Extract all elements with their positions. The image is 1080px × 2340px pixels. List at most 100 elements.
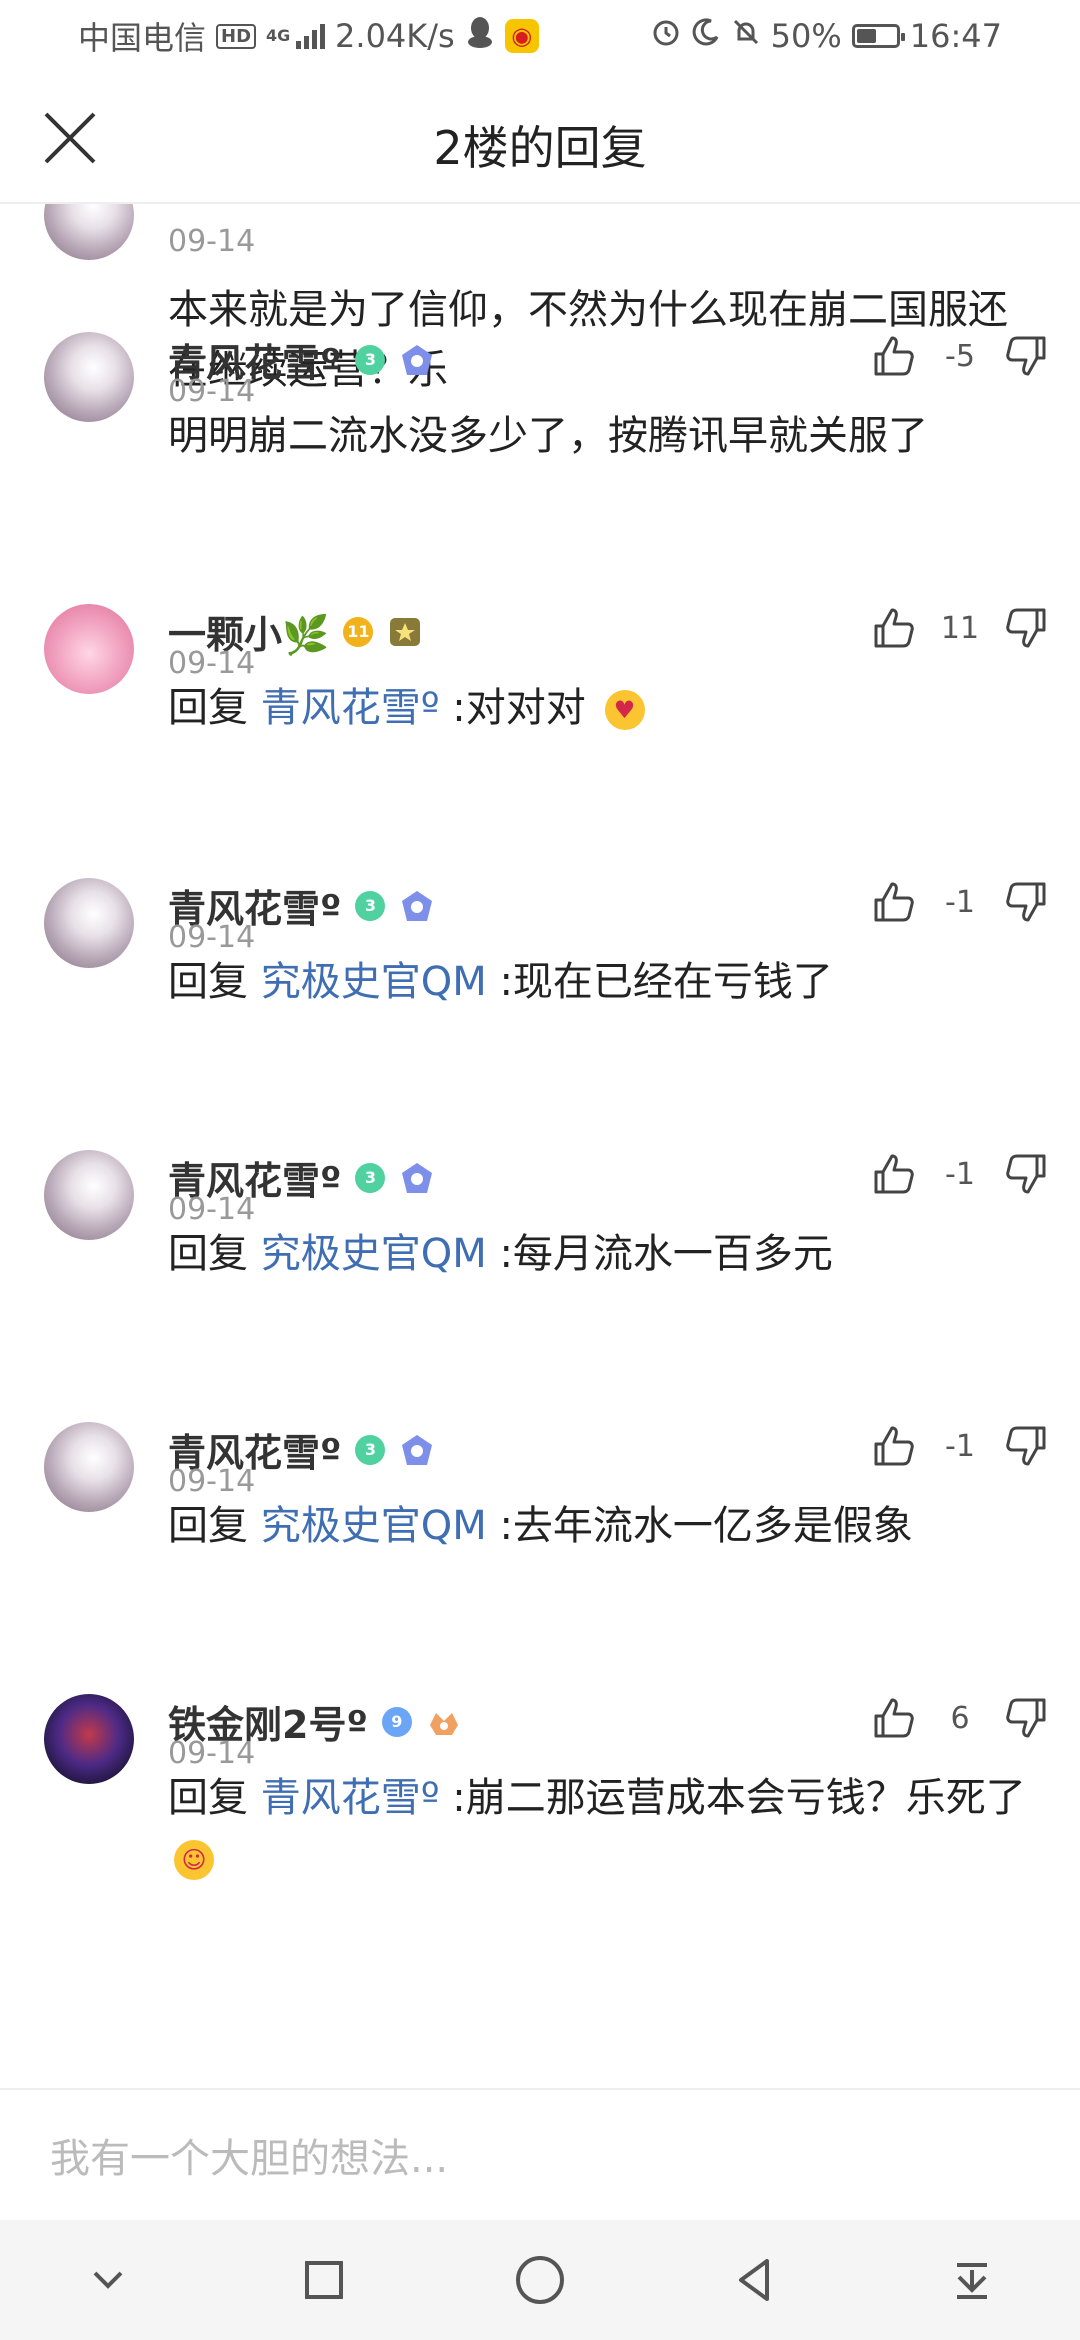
- thumbs-up-icon[interactable]: [870, 1422, 918, 1470]
- reply-input[interactable]: 我有一个大胆的想法...: [50, 2126, 448, 2184]
- page-title: 2楼的回复: [433, 121, 647, 175]
- vote-score: -1: [945, 1156, 975, 1192]
- mention-link[interactable]: 青风花雪º: [261, 685, 440, 731]
- reply-text: 回复 究极史官QM :现在已经在亏钱了: [168, 952, 1038, 1012]
- reply-body: :崩二那运营成本会亏钱？乐死了: [452, 1775, 1026, 1821]
- avatar[interactable]: [44, 878, 134, 968]
- avatar[interactable]: [44, 332, 134, 422]
- nav-hide-button[interactable]: [73, 2245, 143, 2315]
- vote-group: -1: [870, 878, 1050, 926]
- mention-link[interactable]: 究极史官QM: [261, 1231, 487, 1277]
- hd-icon: HD: [216, 23, 257, 49]
- reply-prefix: 回复: [168, 1775, 248, 1821]
- avatar[interactable]: [44, 1150, 134, 1240]
- alarm-icon: [651, 17, 681, 55]
- weibo-icon: ◉: [504, 19, 539, 53]
- vote-group: -5: [870, 332, 1050, 380]
- thumbs-up-icon[interactable]: [870, 604, 918, 652]
- network-speed: 2.04K/s: [335, 17, 455, 55]
- reply-text: 明明崩二流水没多少了，按腾讯早就关服了: [168, 413, 928, 459]
- status-left: 中国电信 HD 4G 2.04K/s ◉: [78, 13, 539, 59]
- reply-text: 回复 究极史官QM :去年流水一亿多是假象: [168, 1496, 1038, 1556]
- square-icon: [305, 2261, 343, 2299]
- reply-text: 回复 究极史官QM :每月流水一百多元: [168, 1224, 1038, 1284]
- circle-icon: [516, 2256, 564, 2304]
- reply-prefix: 回复: [168, 1231, 248, 1277]
- reply-date: 09-14: [168, 1736, 256, 1771]
- reply-input-bar[interactable]: 我有一个大胆的想法...: [0, 2088, 1080, 2220]
- signal-icon: [296, 23, 326, 49]
- thumbs-up-icon[interactable]: [870, 332, 918, 380]
- status-right: 50% 16:47: [651, 17, 1002, 55]
- vote-score: 11: [940, 610, 980, 646]
- nav-recents-button[interactable]: [289, 2245, 359, 2315]
- laugh-emoji-icon: ☺: [174, 1840, 214, 1880]
- rank-badge-icon: [399, 1161, 435, 1195]
- rank-badge-icon: [399, 343, 435, 377]
- thumbs-down-icon[interactable]: [1002, 1694, 1050, 1742]
- reply-date: 09-14: [168, 1192, 256, 1227]
- thumbs-down-icon[interactable]: [1002, 604, 1050, 652]
- thumbs-up-icon[interactable]: [870, 878, 918, 926]
- level-badge: 3: [355, 344, 386, 375]
- qq-icon: [465, 15, 495, 57]
- reply-body: :对对对: [452, 685, 586, 731]
- back-triangle-icon: [739, 2259, 769, 2301]
- reply-prefix: 回复: [168, 959, 248, 1005]
- thumbs-down-icon[interactable]: [1002, 1422, 1050, 1470]
- reply-date: 09-14: [168, 374, 256, 409]
- mention-link[interactable]: 青风花雪º: [261, 1775, 440, 1821]
- reply-body: :现在已经在亏钱了: [499, 959, 833, 1005]
- clock: 16:47: [909, 17, 1002, 55]
- avatar[interactable]: [44, 604, 134, 694]
- level-badge: 3: [355, 1434, 386, 1465]
- rank-badge-icon: [387, 615, 423, 649]
- thumbs-down-icon[interactable]: [1002, 878, 1050, 926]
- level-badge: 9: [381, 1706, 412, 1737]
- level-badge: 3: [355, 890, 386, 921]
- mute-icon: [731, 17, 761, 55]
- moon-icon: [691, 17, 721, 55]
- thumbs-down-icon[interactable]: [1002, 1150, 1050, 1198]
- thumbs-up-icon[interactable]: [870, 1150, 918, 1198]
- reply-prefix: 回复: [168, 1503, 248, 1549]
- network-type-icon: 4G: [266, 26, 291, 45]
- rank-badge-icon: [426, 1705, 462, 1739]
- avatar[interactable]: [44, 1694, 134, 1784]
- reply-text: 回复 青风花雪º :对对对 ♥: [168, 678, 1038, 738]
- reply-date: 09-14: [168, 646, 256, 681]
- mention-link[interactable]: 究极史官QM: [261, 1503, 487, 1549]
- thumbs-down-icon[interactable]: [1002, 332, 1050, 380]
- nav-back-button[interactable]: [721, 2245, 791, 2315]
- chevron-down-icon: [93, 2271, 123, 2289]
- avatar[interactable]: [44, 1422, 134, 1512]
- system-nav-bar: [0, 2220, 1080, 2340]
- rank-badge-icon: [399, 1433, 435, 1467]
- download-icon: [957, 2263, 987, 2299]
- level-badge: 11: [343, 616, 374, 647]
- status-bar: 中国电信 HD 4G 2.04K/s ◉ 50% 16:47: [0, 0, 1080, 72]
- nav-home-button[interactable]: [505, 2245, 575, 2315]
- mention-link[interactable]: 究极史官QM: [261, 959, 487, 1005]
- reply-date: 09-14: [168, 224, 256, 259]
- reply-body: :每月流水一百多元: [499, 1231, 833, 1277]
- reply-list[interactable]: 09-14 本来就是为了信仰，不然为什么现在崩二国服还在继续运营？乐 青风花雪º…: [0, 204, 1080, 2088]
- reply-prefix: 回复: [168, 685, 248, 731]
- thumbs-up-icon[interactable]: [870, 1694, 918, 1742]
- header: 2楼的回复: [0, 72, 1080, 204]
- avatar[interactable]: [44, 204, 134, 260]
- battery-icon: [851, 24, 905, 48]
- vote-group: -1: [870, 1150, 1050, 1198]
- vote-group: 6: [870, 1694, 1050, 1742]
- rank-badge-icon: [399, 889, 435, 923]
- vote-group: 11: [870, 604, 1050, 652]
- battery-percent: 50%: [770, 17, 842, 55]
- vote-score: -1: [945, 1428, 975, 1464]
- level-badge: 3: [355, 1162, 386, 1193]
- nav-notification-button[interactable]: [937, 2245, 1007, 2315]
- reply-date: 09-14: [168, 920, 256, 955]
- reply-text: 回复 青风花雪º :崩二那运营成本会亏钱？乐死了 ☺: [168, 1768, 1038, 1888]
- reply-body: :去年流水一亿多是假象: [499, 1503, 913, 1549]
- vote-score: -5: [945, 338, 975, 374]
- vote-score: -1: [945, 884, 975, 920]
